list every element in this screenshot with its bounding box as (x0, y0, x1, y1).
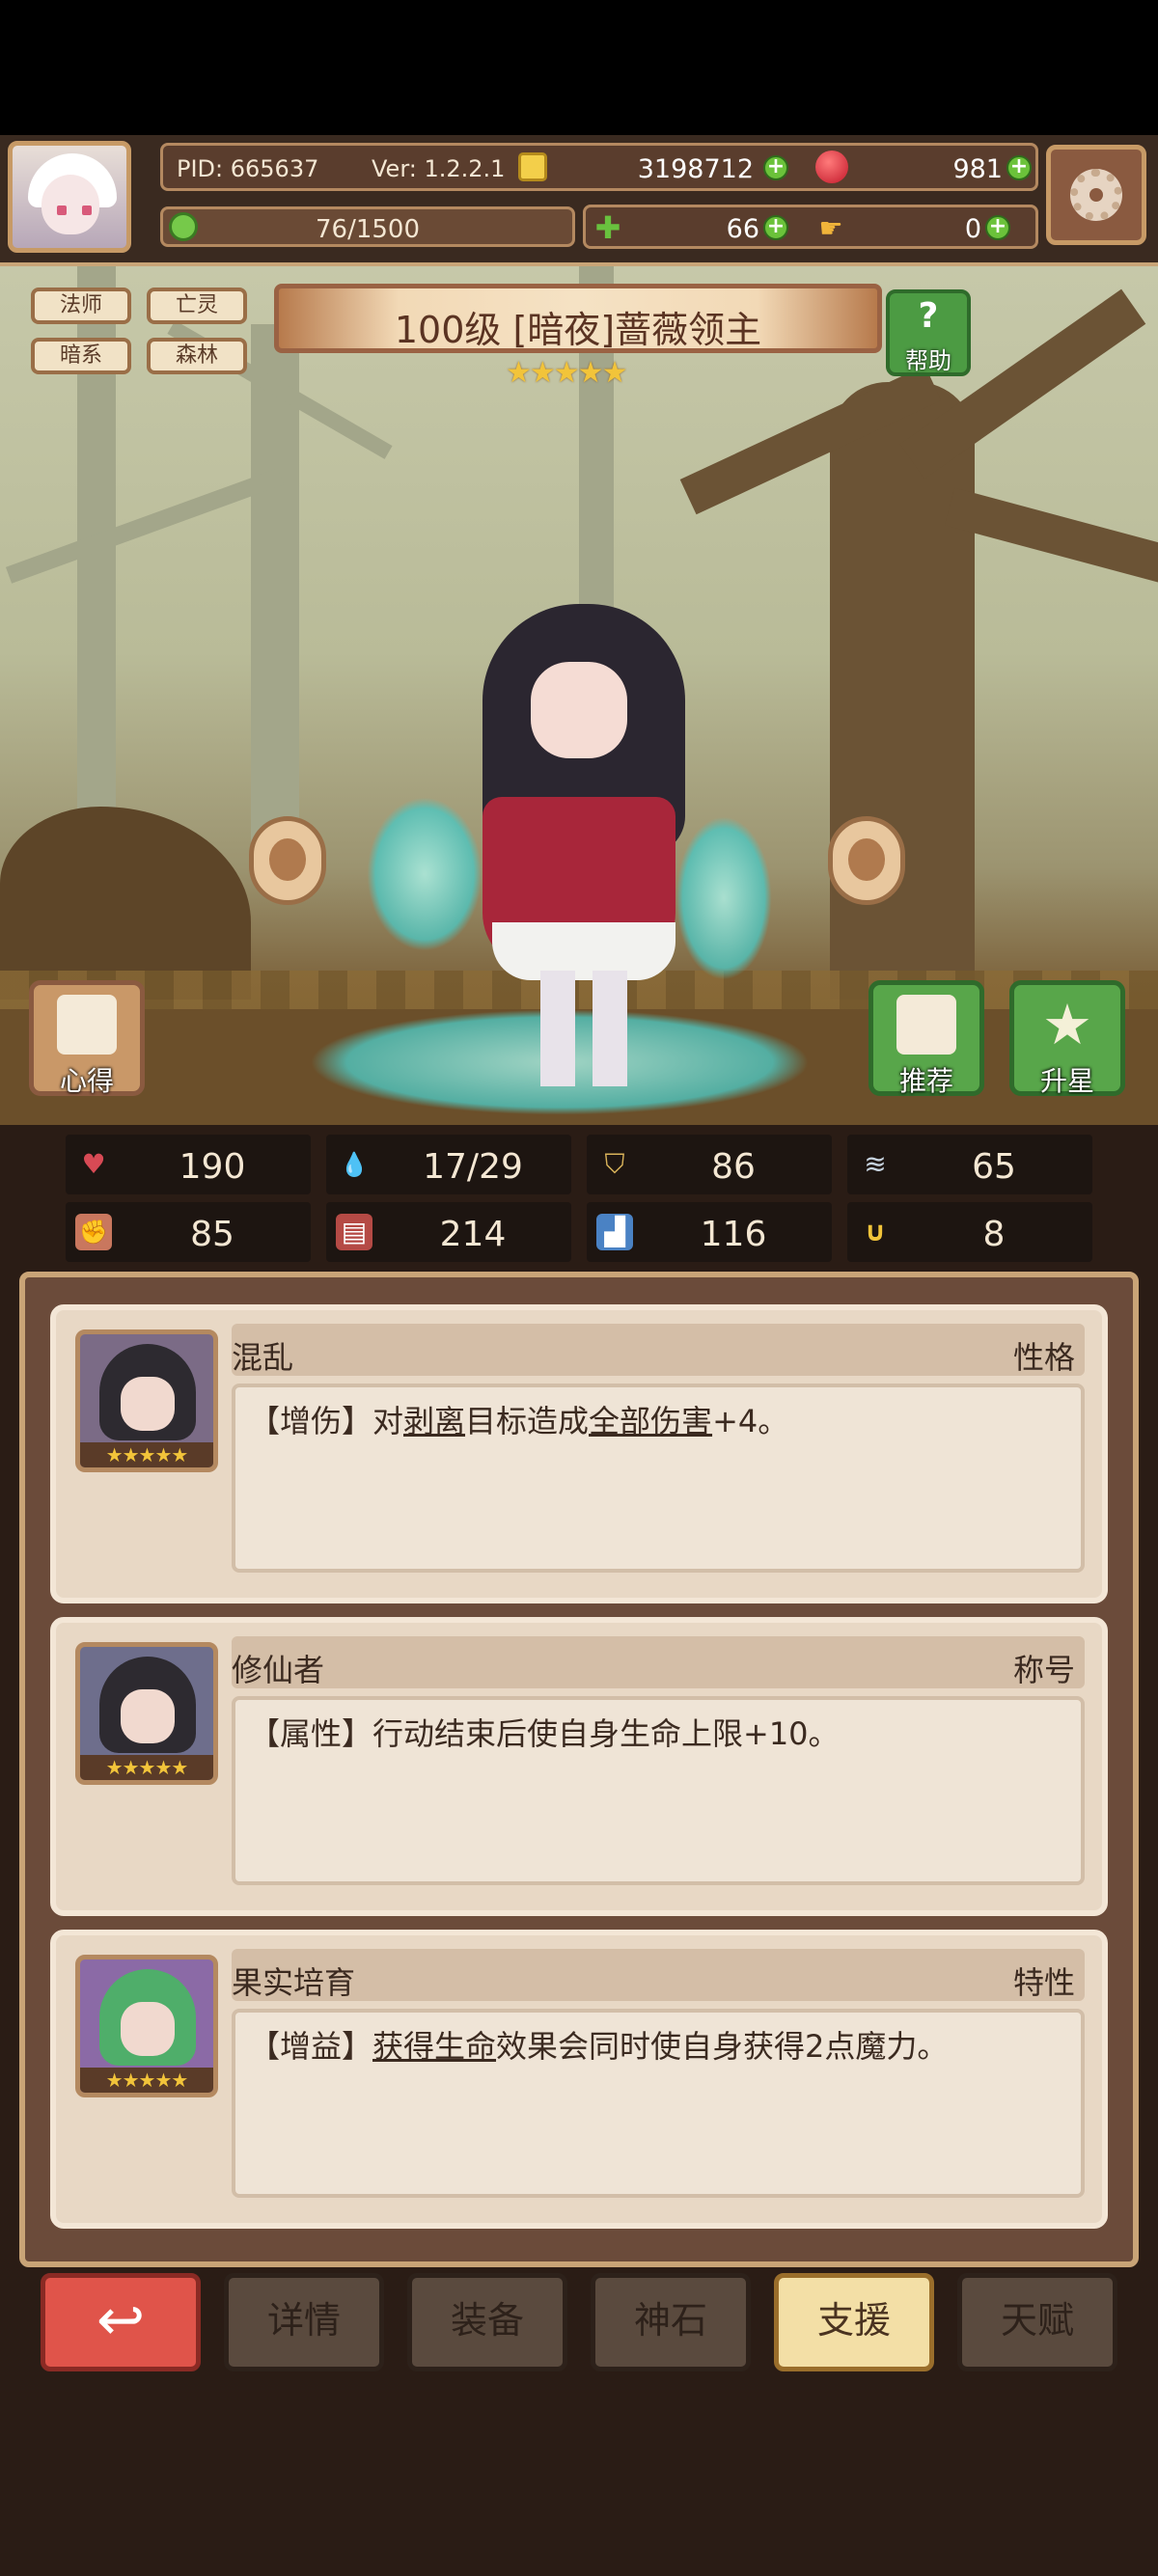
magnet-icon: ∪ (864, 1216, 887, 1247)
insight-button[interactable]: 心得 (29, 980, 145, 1097)
red-gem-icon (815, 151, 848, 183)
element-tag-dark: 暗系 (31, 338, 131, 374)
star-up-label: 升星 (1039, 1065, 1094, 1097)
stat-luck: ∪ 8 (847, 1202, 1092, 1262)
trait-name: 混乱 (232, 1339, 294, 1376)
keyword-link[interactable]: 剥离 (403, 1403, 465, 1439)
help-icon: ? (918, 296, 939, 336)
trait-description: 【增益】获得生命效果会同时使自身获得2点魔力。 (232, 2009, 1085, 2198)
trait-header: 混乱 性格 (232, 1324, 1085, 1376)
trait-header: 果实培育 特性 (232, 1949, 1085, 2001)
boot-icon: ▟ (596, 1214, 633, 1250)
keyword-link[interactable]: 获得生命 (372, 2028, 496, 2065)
stat-defense: ⛉ 86 (587, 1135, 832, 1194)
trait-header: 修仙者 称号 (232, 1636, 1085, 1688)
add-clover-button[interactable]: + (763, 215, 788, 240)
clover-icon: ✚ (594, 209, 621, 246)
settings-button[interactable] (1046, 145, 1146, 245)
settings-gear-icon (1070, 169, 1122, 221)
stat-agility: ≋ 65 (847, 1135, 1092, 1194)
back-button[interactable]: ↩ (41, 2273, 201, 2371)
experience-text: 76/1500 (315, 215, 420, 244)
shield-icon: ⛉ (604, 1148, 625, 1180)
wing-icon: ≋ (864, 1148, 887, 1180)
status-bar-area (0, 0, 1158, 135)
keyword-link[interactable]: 全部伤害 (589, 1403, 712, 1439)
character-title-plate: 100级 [暗夜]蔷薇领主 (274, 284, 882, 353)
scroll-icon (57, 995, 117, 1055)
gold-coin-icon (518, 152, 547, 181)
class-tag-mage: 法师 (31, 288, 131, 324)
water-drop-icon: 💧 (340, 1151, 369, 1178)
hand-amount: 0 (964, 214, 981, 244)
recommend-label: 推荐 (898, 1065, 953, 1097)
character-star-rating: ★★★★★ (506, 356, 627, 390)
tab-details[interactable]: 详情 (224, 2273, 384, 2371)
trait-description: 【增伤】对剥离目标造成全部伤害+4。 (232, 1384, 1085, 1573)
game-version: Ver: 1.2.2.1 (372, 155, 506, 182)
character-title: 100级 [暗夜]蔷薇领主 (394, 309, 762, 351)
gem-amount: 981 (952, 154, 1003, 184)
add-gold-button[interactable]: + (763, 155, 788, 180)
top-resource-header: PID: 665637 Ver: 1.2.2.1 3198712 + 981 +… (0, 135, 1158, 266)
stat-speed: ▟ 116 (587, 1202, 832, 1262)
trait-portrait: ★★★★★ (75, 1955, 218, 2097)
hand-icon: ☛ (818, 212, 843, 244)
help-button[interactable]: ? 帮助 (886, 289, 971, 376)
tab-godstone[interactable]: 神石 (591, 2273, 751, 2371)
trait-description: 【属性】行动结束后使自身生命上限+10。 (232, 1696, 1085, 1885)
fist-icon: ✊ (75, 1214, 112, 1250)
player-info-bar: PID: 665637 Ver: 1.2.2.1 3198712 + 981 + (160, 143, 1038, 191)
add-hand-button[interactable]: + (985, 215, 1010, 240)
trait-card-personality[interactable]: ★★★★★ 混乱 性格 【增伤】对剥离目标造成全部伤害+4。 (50, 1304, 1108, 1603)
recommend-button[interactable]: 推荐 (868, 980, 984, 1097)
race-tag-undead: 亡灵 (147, 288, 247, 324)
thumbs-up-icon (896, 995, 956, 1055)
player-avatar[interactable] (8, 141, 131, 253)
insight-label: 心得 (59, 1065, 114, 1097)
stat-magic: ▤ 214 (326, 1202, 571, 1262)
trait-type: 称号 (1012, 1652, 1075, 1688)
help-label: 帮助 (905, 347, 951, 374)
character-sprite (309, 604, 811, 1115)
character-stats-grid: ♥ 190 💧 17/29 ⛉ 86 ≋ 65 ✊ 85 ▤ 214 ▟ 116… (0, 1125, 1158, 1268)
add-gems-button[interactable]: + (1006, 155, 1032, 180)
gold-amount: 3198712 (637, 154, 754, 184)
experience-bar: 76/1500 (160, 206, 575, 247)
star-up-button[interactable]: ★ 升星 (1009, 980, 1125, 1097)
traits-panel: ★★★★★ 混乱 性格 【增伤】对剥离目标造成全部伤害+4。 ★★★★★ 修仙者… (19, 1272, 1139, 2267)
book-icon: ▤ (336, 1214, 372, 1250)
trait-portrait: ★★★★★ (75, 1642, 218, 1785)
next-character-button[interactable] (828, 816, 905, 905)
stat-health: ♥ 190 (66, 1135, 311, 1194)
star-icon: ★ (1042, 992, 1092, 1057)
secondary-resources: ✚ 66 + ☛ 0 + (583, 205, 1038, 249)
trait-card-feature[interactable]: ★★★★★ 果实培育 特性 【增益】获得生命效果会同时使自身获得2点魔力。 (50, 1930, 1108, 2229)
trait-name: 修仙者 (232, 1652, 325, 1688)
heart-icon: ♥ (81, 1148, 106, 1180)
terrain-tag-forest: 森林 (147, 338, 247, 374)
stat-attack: ✊ 85 (66, 1202, 311, 1262)
stat-mana: 💧 17/29 (326, 1135, 571, 1194)
player-id: PID: 665637 (177, 155, 319, 182)
trait-card-title[interactable]: ★★★★★ 修仙者 称号 【属性】行动结束后使自身生命上限+10。 (50, 1617, 1108, 1916)
tab-support[interactable]: 支援 (774, 2273, 934, 2371)
prev-character-button[interactable] (249, 816, 326, 905)
character-scene: 法师 亡灵 暗系 森林 100级 [暗夜]蔷薇领主 ★★★★★ ? 帮助 心得 … (0, 266, 1158, 1125)
tab-talent[interactable]: 天赋 (957, 2273, 1117, 2371)
trait-type: 特性 (1012, 1964, 1075, 2001)
clover-amount: 66 (726, 214, 759, 244)
trait-portrait: ★★★★★ (75, 1329, 218, 1472)
trait-name: 果实培育 (232, 1964, 356, 2001)
tab-equipment[interactable]: 装备 (407, 2273, 567, 2371)
trait-type: 性格 (1012, 1339, 1075, 1376)
